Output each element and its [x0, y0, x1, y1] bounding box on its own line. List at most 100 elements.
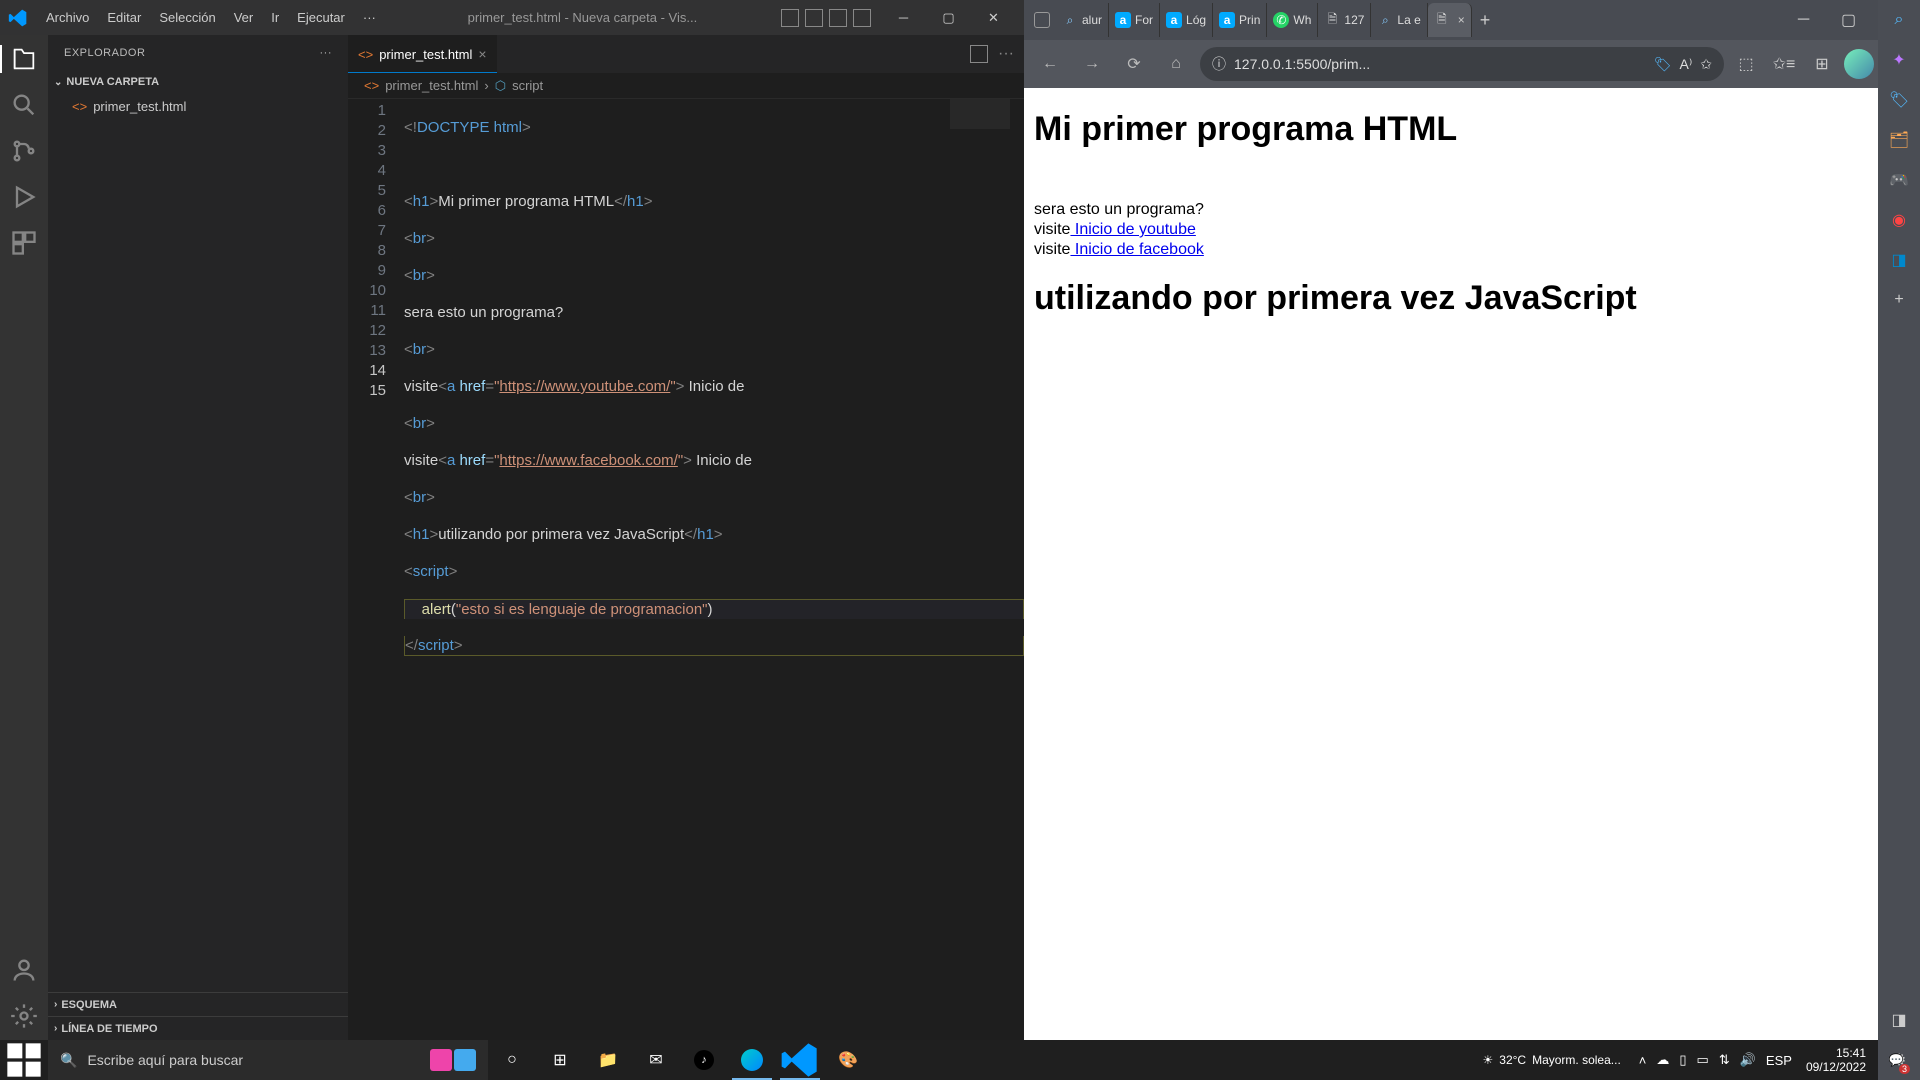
notification-center-icon[interactable]: 💬3: [1880, 1044, 1912, 1076]
meet-now-icon[interactable]: ▯: [1679, 1052, 1686, 1068]
outlook-icon[interactable]: ◨: [1887, 248, 1911, 272]
tab-actions-icon[interactable]: [1028, 3, 1056, 37]
extensions-icon[interactable]: ⬚: [1730, 48, 1762, 80]
folder-header[interactable]: ⌄ NUEVA CARPETA: [48, 70, 348, 94]
youtube-link[interactable]: Inicio de youtube: [1070, 221, 1195, 238]
home-button[interactable]: ⌂: [1158, 46, 1194, 82]
breadcrumb-file[interactable]: primer_test.html: [385, 78, 478, 93]
account-icon[interactable]: [10, 956, 38, 984]
edge-icon[interactable]: [728, 1040, 776, 1080]
explorer-icon[interactable]: [10, 45, 38, 73]
browser-tab[interactable]: aPrin: [1213, 3, 1267, 37]
info-icon[interactable]: ⓘ: [1212, 54, 1226, 74]
window-title: primer_test.html - Nueva carpeta - Vis..…: [384, 10, 781, 25]
more-icon[interactable]: ···: [320, 47, 333, 59]
cortana-icon[interactable]: ○: [488, 1040, 536, 1080]
browser-tab[interactable]: ⌕La e: [1371, 3, 1427, 37]
split-editor-icon[interactable]: [970, 45, 988, 63]
layout-icon[interactable]: [781, 9, 799, 27]
add-icon[interactable]: +: [1887, 288, 1911, 312]
mail-icon[interactable]: ✉: [632, 1040, 680, 1080]
browser-toolbar: ← → ⟳ ⌂ ⓘ 127.0.0.1:5500/prim... 🏷 A⁾ ✩ …: [1024, 40, 1920, 88]
discover-icon[interactable]: ✦: [1887, 48, 1911, 72]
weather-widget[interactable]: ☀ 32°C Mayorm. solea...: [1483, 1053, 1621, 1067]
language-indicator[interactable]: ESP: [1766, 1053, 1792, 1068]
tools-icon[interactable]: 🗂: [1887, 128, 1911, 152]
expand-icon[interactable]: ◨: [1887, 1008, 1911, 1032]
menu-seleccion[interactable]: Selección: [151, 6, 223, 29]
tab-label: primer_test.html: [379, 47, 472, 62]
menu-ver[interactable]: Ver: [226, 6, 262, 29]
clock[interactable]: 15:41 09/12/2022: [1806, 1046, 1866, 1075]
shopping-icon[interactable]: 🏷: [1887, 88, 1911, 112]
office-icon[interactable]: ◉: [1887, 208, 1911, 232]
new-tab-button[interactable]: +: [1472, 10, 1499, 31]
read-aloud-icon[interactable]: A⁾: [1679, 56, 1692, 73]
favorite-icon[interactable]: ✩: [1700, 56, 1712, 73]
back-button[interactable]: ←: [1032, 46, 1068, 82]
browser-tab-active[interactable]: 🗎×: [1428, 3, 1472, 37]
close-tab-icon[interactable]: ×: [1458, 13, 1465, 27]
browser-tab[interactable]: ⌕alur: [1056, 3, 1109, 37]
extensions-icon[interactable]: [10, 229, 38, 257]
minimap[interactable]: [950, 99, 1010, 129]
code-editor[interactable]: 12 34 56 78 910 1112 1314 15 <!DOCTYPE h…: [348, 99, 1024, 1040]
close-button[interactable]: ✕: [971, 0, 1016, 35]
html-file-icon: <>: [72, 99, 87, 114]
menu-ir[interactable]: Ir: [263, 6, 287, 29]
start-button[interactable]: [0, 1040, 48, 1080]
profile-avatar[interactable]: [1844, 49, 1874, 79]
tiktok-icon[interactable]: ♪: [680, 1040, 728, 1080]
browser-tab[interactable]: ✆Wh: [1267, 3, 1318, 37]
more-actions-icon[interactable]: ···: [998, 45, 1014, 63]
search-icon[interactable]: [10, 91, 38, 119]
taskbar-search[interactable]: 🔍 Escribe aquí para buscar: [48, 1040, 488, 1080]
close-tab-icon[interactable]: ×: [478, 46, 486, 62]
minimize-button[interactable]: ─: [881, 0, 926, 35]
favorites-icon[interactable]: ✩≡: [1768, 48, 1800, 80]
file-item[interactable]: <> primer_test.html: [48, 94, 348, 118]
menu-editar[interactable]: Editar: [99, 6, 149, 29]
source-control-icon[interactable]: [10, 137, 38, 165]
run-debug-icon[interactable]: [10, 183, 38, 211]
games-icon[interactable]: 🎮: [1887, 168, 1911, 192]
refresh-button[interactable]: ⟳: [1116, 46, 1152, 82]
vscode-titlebar: Archivo Editar Selección Ver Ir Ejecutar…: [0, 0, 1024, 35]
browser-tab[interactable]: aFor: [1109, 3, 1160, 37]
settings-icon[interactable]: [10, 1002, 38, 1030]
minimize-button[interactable]: ─: [1781, 0, 1826, 40]
menu-archivo[interactable]: Archivo: [38, 6, 97, 29]
search-placeholder: Escribe aquí para buscar: [87, 1052, 243, 1068]
editor-tab[interactable]: <> primer_test.html ×: [348, 35, 497, 73]
chevron-up-icon[interactable]: ˄: [1639, 1053, 1647, 1068]
menu-more[interactable]: ···: [355, 6, 384, 29]
breadcrumbs[interactable]: <> primer_test.html › ⬡ script: [348, 73, 1024, 99]
file-explorer-icon[interactable]: 📁: [584, 1040, 632, 1080]
browser-tab[interactable]: aLóg: [1160, 3, 1213, 37]
wifi-icon[interactable]: ⇅: [1719, 1052, 1730, 1068]
onedrive-icon[interactable]: ☁: [1656, 1052, 1669, 1068]
battery-icon[interactable]: ▭: [1697, 1052, 1709, 1068]
timeline-accordion[interactable]: › LÍNEA DE TIEMPO: [48, 1016, 348, 1040]
explorer-sidebar: EXPLORADOR ··· ⌄ NUEVA CARPETA <> primer…: [48, 35, 348, 1040]
layout-icon[interactable]: [829, 9, 847, 27]
maximize-button[interactable]: ▢: [1826, 0, 1871, 40]
vscode-taskbar-icon[interactable]: [776, 1040, 824, 1080]
facebook-link[interactable]: Inicio de facebook: [1070, 241, 1203, 258]
breadcrumb-symbol[interactable]: script: [512, 78, 543, 93]
code-content[interactable]: <!DOCTYPE html> <h1>Mi primer programa H…: [404, 99, 1024, 1040]
paint-icon[interactable]: 🎨: [824, 1040, 872, 1080]
collections-icon[interactable]: ⊞: [1806, 48, 1838, 80]
layout-icon[interactable]: [853, 9, 871, 27]
task-view-icon[interactable]: ⊞: [536, 1040, 584, 1080]
menu-ejecutar[interactable]: Ejecutar: [289, 6, 353, 29]
browser-tab[interactable]: 🗎127: [1318, 3, 1371, 37]
address-bar[interactable]: ⓘ 127.0.0.1:5500/prim... 🏷 A⁾ ✩: [1200, 47, 1724, 81]
forward-button[interactable]: →: [1074, 46, 1110, 82]
search-icon[interactable]: ⌕: [1887, 8, 1911, 32]
maximize-button[interactable]: ▢: [926, 0, 971, 35]
outline-accordion[interactable]: › ESQUEMA: [48, 992, 348, 1016]
layout-icon[interactable]: [805, 9, 823, 27]
shopping-icon[interactable]: 🏷: [1654, 56, 1672, 73]
volume-icon[interactable]: 🔊: [1740, 1052, 1756, 1068]
